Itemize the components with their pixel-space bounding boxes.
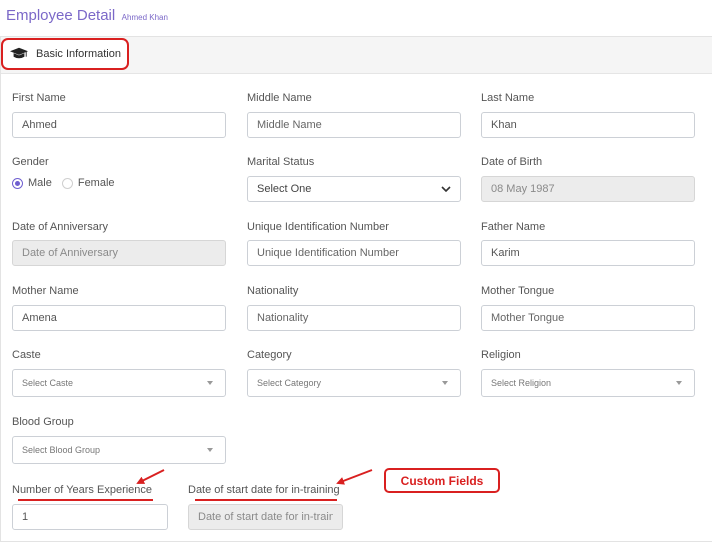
years-experience-input[interactable] [12,504,168,530]
annotation-underline [195,499,337,501]
last-name-label: Last Name [481,92,535,104]
religion-value: Select Religion [491,378,552,388]
unique-id-label: Unique Identification Number [247,221,389,233]
gender-male-radio[interactable] [12,177,23,189]
blood-group-select[interactable]: Select Blood Group [12,436,226,464]
marital-status-value: Select One [257,183,312,195]
caste-value: Select Caste [22,378,74,388]
religion-label: Religion [481,349,521,361]
custom-fields-annotation: Custom Fields [384,468,500,493]
nationality-label: Nationality [247,285,299,297]
category-value: Select Category [257,378,322,388]
training-start-label: Date of start date for in-training [188,484,340,496]
caret-down-icon [207,448,213,452]
gender-male-label: Male [28,177,52,189]
father-name-input[interactable] [481,240,695,266]
anniversary-input[interactable] [12,240,226,266]
years-experience-label: Number of Years Experience [12,484,153,496]
unique-id-input[interactable] [247,240,461,266]
dob-input[interactable] [481,176,695,202]
blood-group-label: Blood Group [12,416,74,428]
gender-radio-group: Male Female [12,177,125,189]
caret-down-icon [207,381,213,385]
gender-female-label: Female [77,177,115,189]
category-label: Category [247,349,292,361]
nationality-input[interactable] [247,305,461,331]
page-header: Employee Detail Ahmed Khan [6,7,168,25]
religion-select[interactable]: Select Religion [481,369,695,397]
annotation-underline [18,499,153,501]
mother-tongue-input[interactable] [481,305,695,331]
page-subtitle: Ahmed Khan [121,13,168,22]
caste-label: Caste [12,349,41,361]
first-name-label: First Name [12,92,66,104]
training-start-input[interactable] [188,504,343,530]
mother-tongue-label: Mother Tongue [481,285,555,297]
blood-group-value: Select Blood Group [22,445,101,455]
tab-label: Basic Information [36,48,121,60]
chevron-down-icon [441,186,451,192]
gender-label: Gender [12,156,49,168]
middle-name-input[interactable] [247,112,461,138]
category-select[interactable]: Select Category [247,369,461,397]
mother-name-label: Mother Name [12,285,79,297]
father-name-label: Father Name [481,221,546,233]
anniversary-label: Date of Anniversary [12,221,108,233]
gender-female-radio[interactable] [61,177,73,189]
page-title: Employee Detail [6,7,116,24]
marital-status-label: Marital Status [247,156,315,168]
caret-down-icon [442,381,448,385]
tab-basic-information[interactable]: Basic Information [1,38,129,70]
dob-label: Date of Birth [481,156,543,168]
graduation-cap-icon [10,47,28,59]
marital-status-select[interactable]: Select One [247,176,461,202]
card-header: Basic Information [1,37,712,74]
caret-down-icon [676,381,682,385]
mother-name-input[interactable] [12,305,226,331]
last-name-input[interactable] [481,112,695,138]
caste-select[interactable]: Select Caste [12,369,226,397]
first-name-input[interactable] [12,112,226,138]
middle-name-label: Middle Name [247,92,312,104]
